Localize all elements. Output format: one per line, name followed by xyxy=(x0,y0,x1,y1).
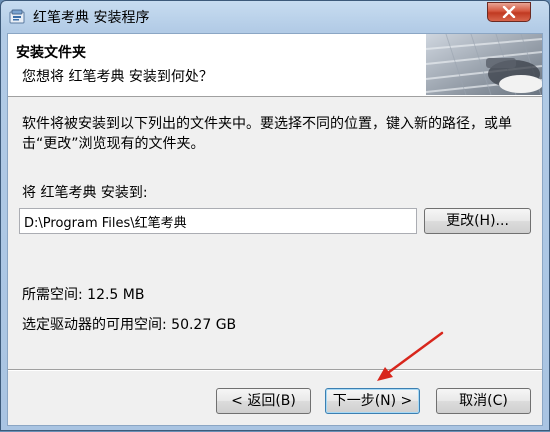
space-available-text: 选定驱动器的可用空间: 50.27 GB xyxy=(22,317,237,333)
header-title: 安装文件夹 xyxy=(16,45,86,61)
footer-divider xyxy=(8,369,542,371)
window-title: 红笔考典 安装程序 xyxy=(33,10,150,26)
header-subtitle: 您想将 红笔考典 安装到何处？ xyxy=(22,69,213,85)
dialog-client-area: 安装文件夹 您想将 红笔考典 安装到何处？ 软件将被安装到以下列出的文件夹中。要… xyxy=(7,33,543,426)
description-text: 软件将被安装到以下列出的文件夹中。要选择不同的位置，键入新的路径，或单击“更改”… xyxy=(22,116,512,152)
close-icon xyxy=(502,6,516,18)
space-required-text: 所需空间: 12.5 MB xyxy=(22,287,145,303)
next-button[interactable]: 下一步(N) > xyxy=(325,388,420,414)
app-icon xyxy=(9,9,25,25)
back-button[interactable]: < 返回(B) xyxy=(216,388,311,414)
destination-label: 将 红笔考典 安装到: xyxy=(22,185,148,201)
install-path-field[interactable] xyxy=(19,208,417,234)
title-bar[interactable]: 红笔考典 安装程序 xyxy=(1,1,549,32)
header-banner-image xyxy=(426,34,542,95)
installer-window: 红笔考典 安装程序 安装文件夹 您想将 红笔考典 安装到何处？ 软件将被安装到以… xyxy=(0,0,550,431)
change-button[interactable]: 更改(H)... xyxy=(424,208,531,234)
close-button[interactable] xyxy=(487,2,531,22)
cancel-button[interactable]: 取消(C) xyxy=(436,388,531,414)
wizard-header: 安装文件夹 您想将 红笔考典 安装到何处？ xyxy=(8,34,542,97)
